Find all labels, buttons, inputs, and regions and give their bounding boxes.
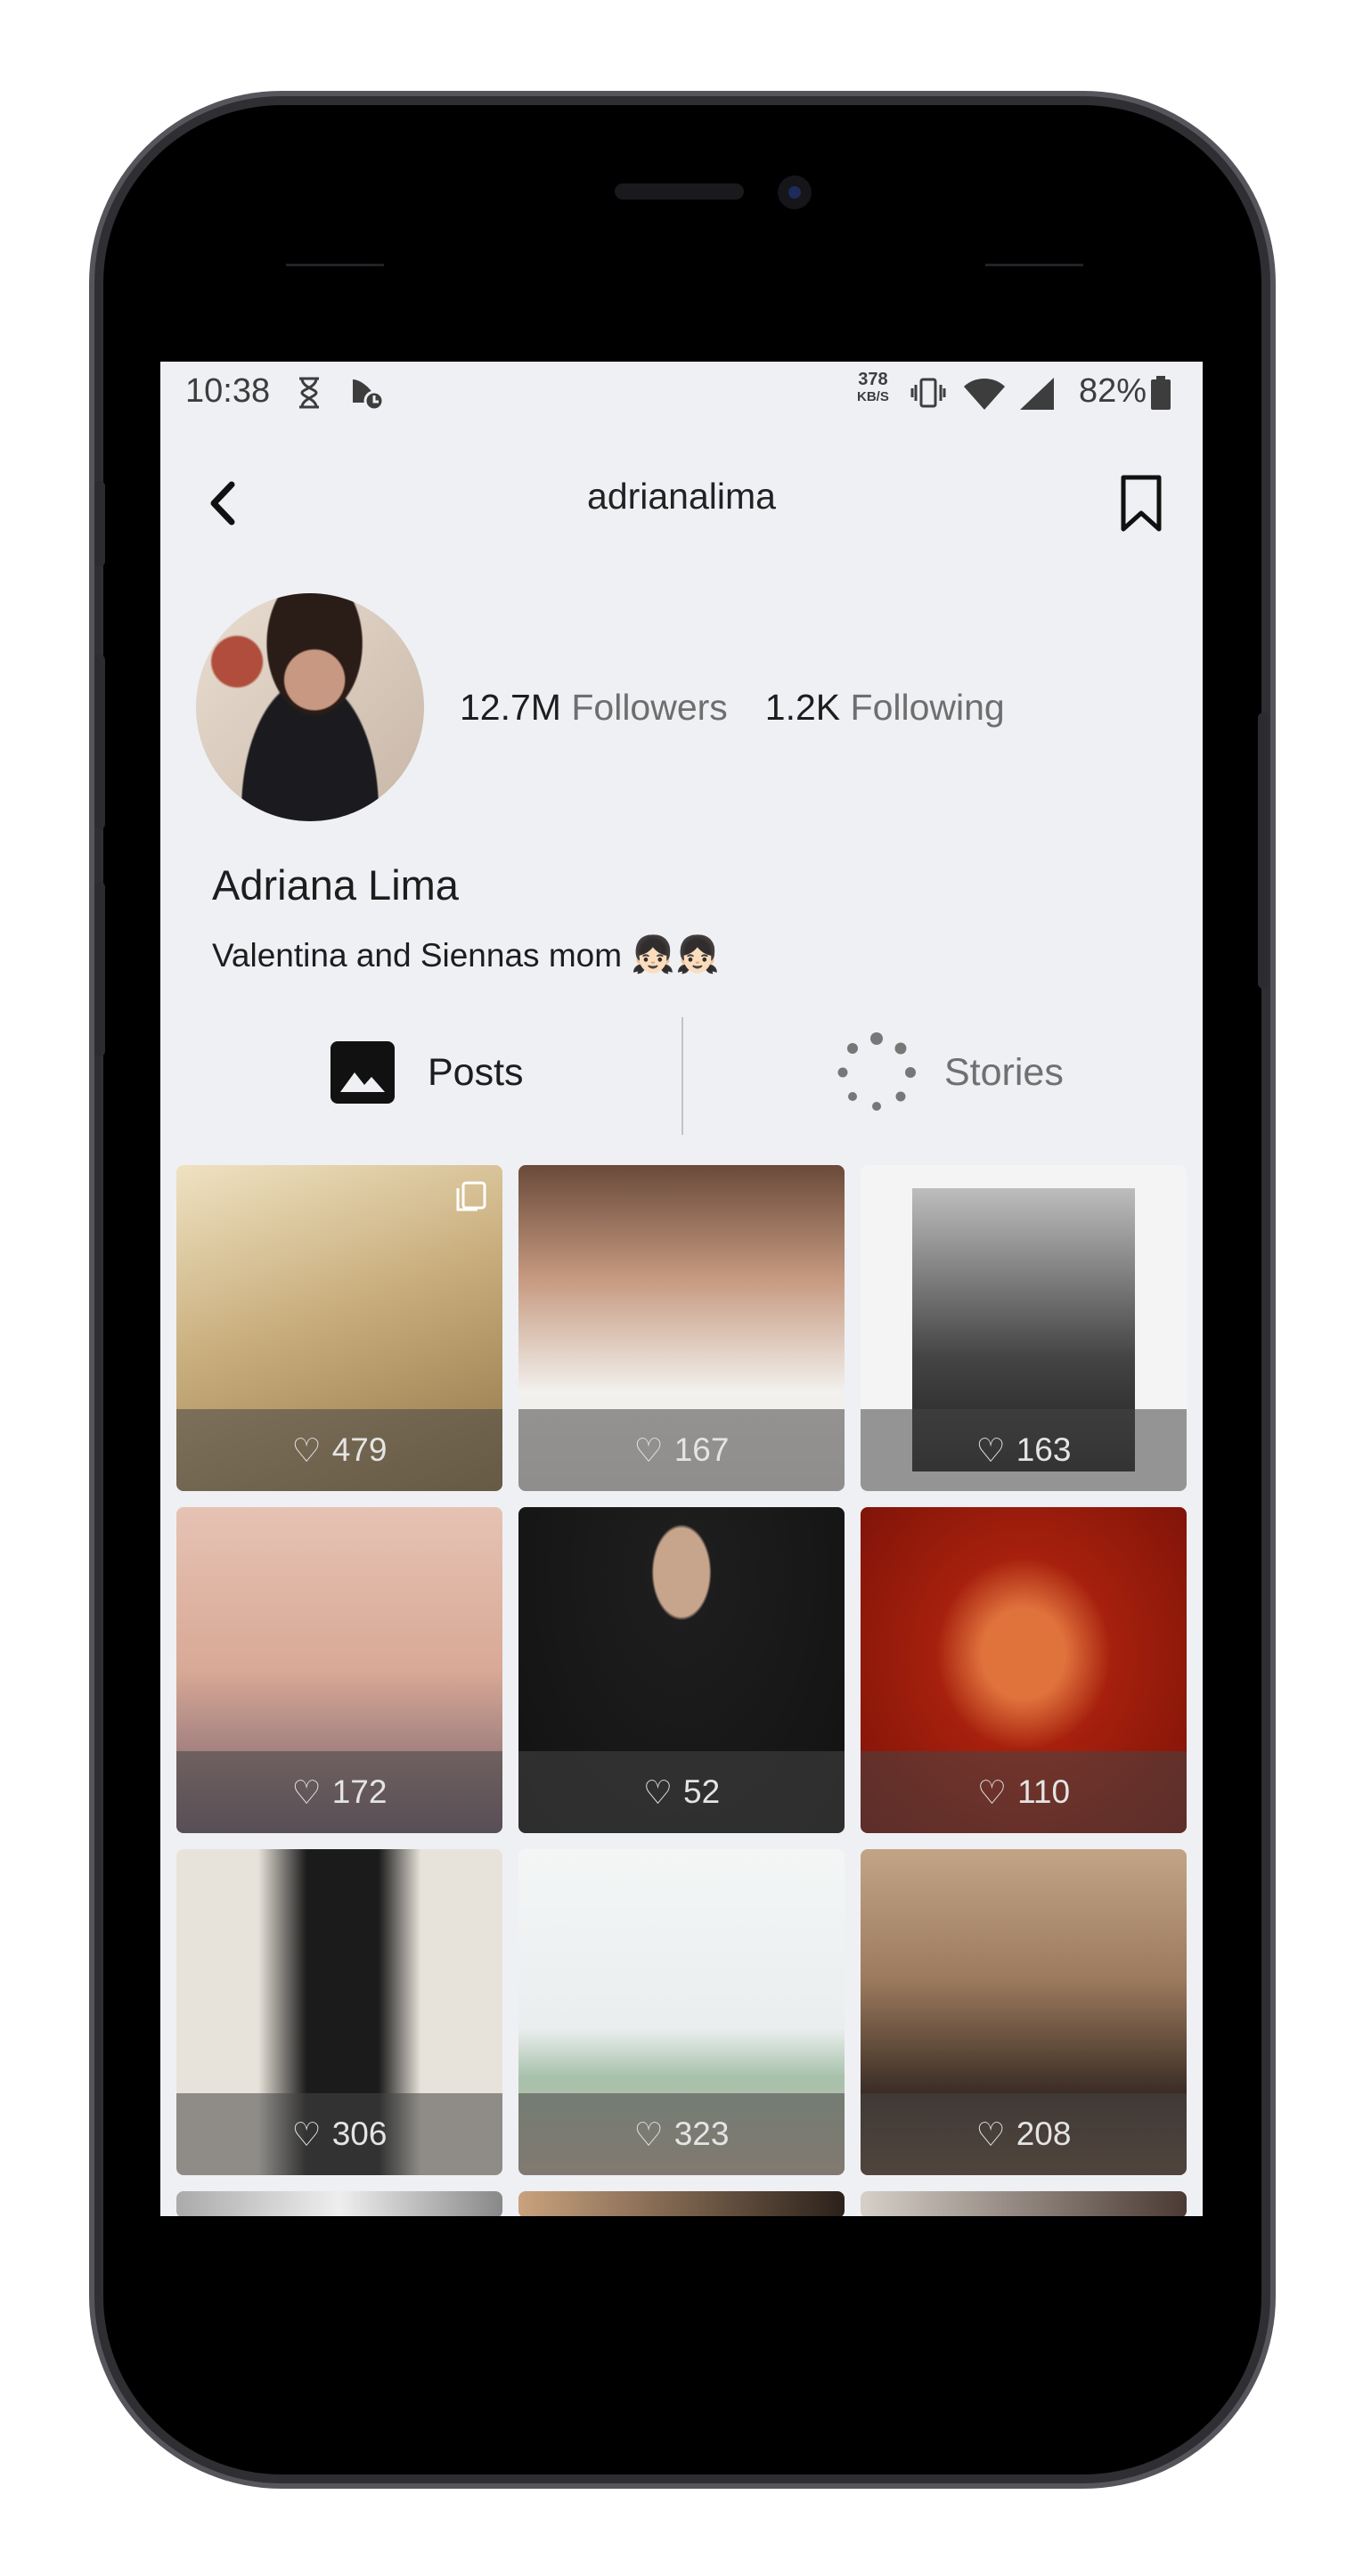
profile-bio: Valentina and Siennas mom 👧🏻👧🏻	[212, 933, 720, 975]
likes-overlay: ♡ 306	[176, 2093, 502, 2175]
like-count: 163	[1016, 1431, 1072, 1468]
post-tile[interactable]	[861, 2191, 1187, 2216]
bio-emoji: 👧🏻👧🏻	[631, 935, 720, 974]
heart-icon: ♡	[975, 2115, 1006, 2153]
cell-signal-icon	[1020, 378, 1054, 410]
page-title: adrianalima	[587, 476, 776, 517]
wifi-icon	[964, 379, 1005, 410]
profile-stats: 12.7M Followers 1.2K Following	[460, 687, 1005, 729]
status-bar: 10:38 378 KB/S 82%	[160, 362, 1203, 424]
tab-posts-label: Posts	[428, 1050, 524, 1094]
battery-percent: 82%	[1079, 372, 1147, 410]
net-speed-value: 378	[858, 370, 888, 389]
screen: 10:38 378 KB/S 82% adrianalima 12.7M Fol…	[160, 362, 1203, 2216]
followers-label[interactable]: Followers	[571, 687, 727, 728]
status-time: 10:38	[185, 372, 271, 410]
multi-photo-icon	[456, 1181, 486, 1211]
heart-icon: ♡	[291, 2115, 322, 2153]
like-count: 172	[331, 1773, 388, 1810]
tab-posts[interactable]: Posts	[330, 1037, 524, 1108]
hourglass-icon	[299, 377, 319, 409]
post-tile[interactable]: ♡ 323	[518, 1849, 845, 2175]
heart-icon: ♡	[976, 1773, 1008, 1811]
post-tile[interactable]: ♡ 110	[861, 1507, 1187, 1833]
profile-name: Adriana Lima	[212, 861, 459, 909]
post-tile[interactable]: ♡ 172	[176, 1507, 502, 1833]
likes-overlay: ♡ 110	[861, 1751, 1187, 1833]
post-tile[interactable]: ♡ 163	[861, 1165, 1187, 1491]
tab-stories[interactable]: Stories	[836, 1031, 1064, 1113]
likes-overlay: ♡ 208	[861, 2093, 1187, 2175]
notification-app-icon	[353, 379, 385, 412]
likes-overlay: ♡ 167	[518, 1409, 845, 1491]
like-count: 479	[331, 1431, 388, 1468]
net-speed: 378 KB/S	[857, 371, 889, 406]
tab-stories-label: Stories	[944, 1050, 1064, 1094]
earpiece	[615, 183, 744, 200]
likes-overlay: ♡ 163	[861, 1409, 1187, 1491]
side-button	[94, 481, 105, 567]
post-tile[interactable]: ♡ 167	[518, 1165, 845, 1491]
image-icon	[331, 1041, 395, 1104]
heart-icon: ♡	[975, 1431, 1006, 1469]
heart-icon: ♡	[633, 2115, 664, 2153]
loading-dots-icon	[837, 1032, 916, 1111]
content-tabs: Posts Stories	[160, 1014, 1203, 1138]
vibrate-icon	[910, 378, 946, 408]
volume-down-button	[94, 882, 105, 1056]
post-tile[interactable]	[176, 2191, 502, 2216]
post-tile[interactable]: ♡ 306	[176, 1849, 502, 2175]
bookmark-button[interactable]	[1112, 470, 1171, 538]
bezel-line	[985, 264, 1083, 266]
like-count: 52	[683, 1773, 721, 1810]
post-tile[interactable]: ♡ 208	[861, 1849, 1187, 2175]
avatar[interactable]	[196, 593, 424, 821]
like-count: 110	[1017, 1773, 1071, 1810]
following-count[interactable]: 1.2K	[765, 687, 840, 728]
power-button	[1258, 713, 1269, 989]
post-tile[interactable]	[518, 2191, 845, 2216]
like-count: 306	[331, 2115, 388, 2152]
followers-count[interactable]: 12.7M	[460, 687, 561, 728]
heart-icon: ♡	[291, 1773, 322, 1811]
volume-up-button	[94, 655, 105, 829]
heart-icon: ♡	[642, 1773, 673, 1811]
heart-icon: ♡	[633, 1431, 664, 1469]
app-bar: adrianalima	[160, 460, 1203, 549]
post-tile[interactable]: ♡ 52	[518, 1507, 845, 1833]
heart-icon: ♡	[291, 1431, 322, 1469]
likes-overlay: ♡ 323	[518, 2093, 845, 2175]
post-tile[interactable]: ♡ 479	[176, 1165, 502, 1491]
battery-icon	[1151, 376, 1171, 410]
tab-divider	[682, 1017, 683, 1135]
bio-text: Valentina and Siennas mom	[212, 937, 623, 974]
likes-overlay: ♡ 52	[518, 1751, 845, 1833]
following-label[interactable]: Following	[851, 687, 1005, 728]
like-count: 167	[673, 1431, 730, 1468]
like-count: 323	[673, 2115, 730, 2152]
like-count: 208	[1016, 2115, 1072, 2152]
likes-overlay: ♡ 172	[176, 1751, 502, 1833]
net-speed-unit: KB/S	[857, 389, 889, 404]
likes-overlay: ♡ 479	[176, 1409, 502, 1491]
bezel-line	[286, 264, 384, 266]
front-camera	[778, 175, 812, 209]
